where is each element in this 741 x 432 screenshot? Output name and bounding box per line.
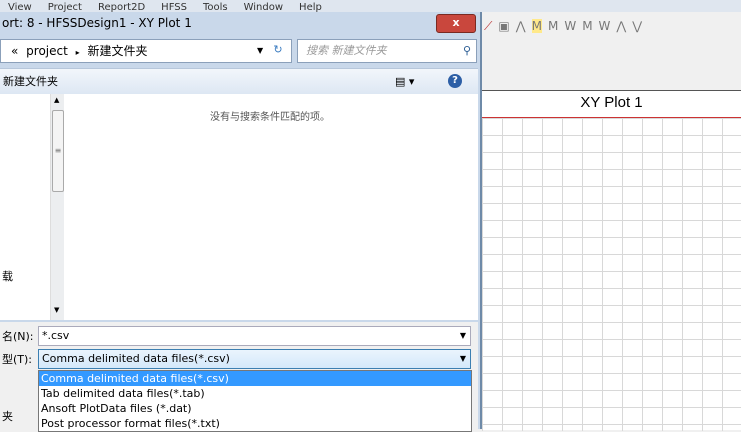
filetype-option[interactable]: Comma delimited data files(*.csv) [39,371,471,386]
address-bar[interactable]: « project ▸ 新建文件夹 ▼ [0,39,292,63]
xy-plot: XY Plot 1 [482,90,741,431]
help-icon[interactable]: ? [448,74,462,88]
curve-icon[interactable]: ⟋ [484,19,492,34]
refresh-icon[interactable]: ↻ [268,40,288,60]
dialog-title: ort: 8 - HFSSDesign1 - XY Plot 1 [2,16,192,30]
double-peak-icon[interactable]: M [531,19,542,33]
filetype-dropdown-list: Comma delimited data files(*.csv) Tab de… [38,370,472,432]
up-icon[interactable]: ⋀ [616,19,626,33]
history-icon[interactable]: « [11,44,18,58]
filetype-label: 型(T): [2,353,33,366]
breadcrumb-project[interactable]: project [26,44,68,58]
chevron-right-icon: ▸ [75,48,80,57]
scroll-up-icon[interactable]: ▲ [54,96,59,104]
filetype-select[interactable]: Comma delimited data files(*.csv) ▼ [38,349,471,369]
search-icon[interactable]: ⚲ [463,40,471,62]
w-icon[interactable]: W [564,19,576,33]
menu-help[interactable]: Help [299,2,322,12]
plot-grid[interactable] [482,117,741,431]
peak-icon[interactable]: ⋀ [516,19,526,33]
menu-window[interactable]: Window [244,2,283,12]
file-area: 载 ▲ ≡ ▼ 没有与搜索条件匹配的项。 [0,94,478,320]
command-bar: 新建文件夹 ▤ ▾ ? [0,68,478,95]
nav-scrollbar[interactable]: ▲ ≡ ▼ [50,94,64,320]
empty-message: 没有与搜索条件匹配的项。 [210,112,330,123]
folder-label: 新建文件夹 [3,75,58,88]
filetype-option[interactable]: Tab delimited data files(*.tab) [39,386,471,401]
search-placeholder: 搜索 新建文件夹 [306,44,387,57]
copy-icon[interactable]: ▣ [498,19,509,33]
export-dialog: ort: 8 - HFSSDesign1 - XY Plot 1 x « pro… [0,12,482,429]
mw-icon[interactable]: M [582,19,592,33]
app-toolbar: ⟋ ▣ ⋀ M M W M W ⋀ ⋁ [478,12,741,40]
chevron-down-icon[interactable]: ▼ [257,40,263,62]
filename-value: *.csv [42,329,70,342]
menu-project[interactable]: Project [48,2,82,12]
menu-report2d[interactable]: Report2D [98,2,145,12]
breadcrumb-current[interactable]: 新建文件夹 [88,44,148,58]
close-button[interactable]: x [436,14,476,33]
m-icon[interactable]: M [548,19,558,33]
menu-bar: View Project Report2D HFSS Tools Window Help [0,0,741,12]
nav-item[interactable]: 载 [2,268,13,284]
filename-label: 名(N): [2,330,34,343]
menu-tools[interactable]: Tools [203,2,228,12]
view-icon[interactable]: ▤ ▾ [395,69,414,94]
menu-view[interactable]: View [8,2,32,12]
down-icon[interactable]: ⋁ [632,19,642,33]
chevron-down-icon[interactable]: ▼ [460,350,466,368]
scroll-down-icon[interactable]: ▼ [54,306,59,314]
menu-hfss[interactable]: HFSS [161,2,187,12]
w2-icon[interactable]: W [599,19,611,33]
filename-input[interactable]: *.csv ▼ [38,326,471,346]
plot-title: XY Plot 1 [580,94,643,111]
filetype-option[interactable]: Ansoft PlotData files (*.dat) [39,401,471,416]
filetype-value: Comma delimited data files(*.csv) [42,352,230,365]
search-input[interactable]: 搜索 新建文件夹 ⚲ [297,39,477,63]
chevron-down-icon[interactable]: ▼ [460,327,466,345]
hide-folders-label[interactable]: 夹 [2,408,13,424]
